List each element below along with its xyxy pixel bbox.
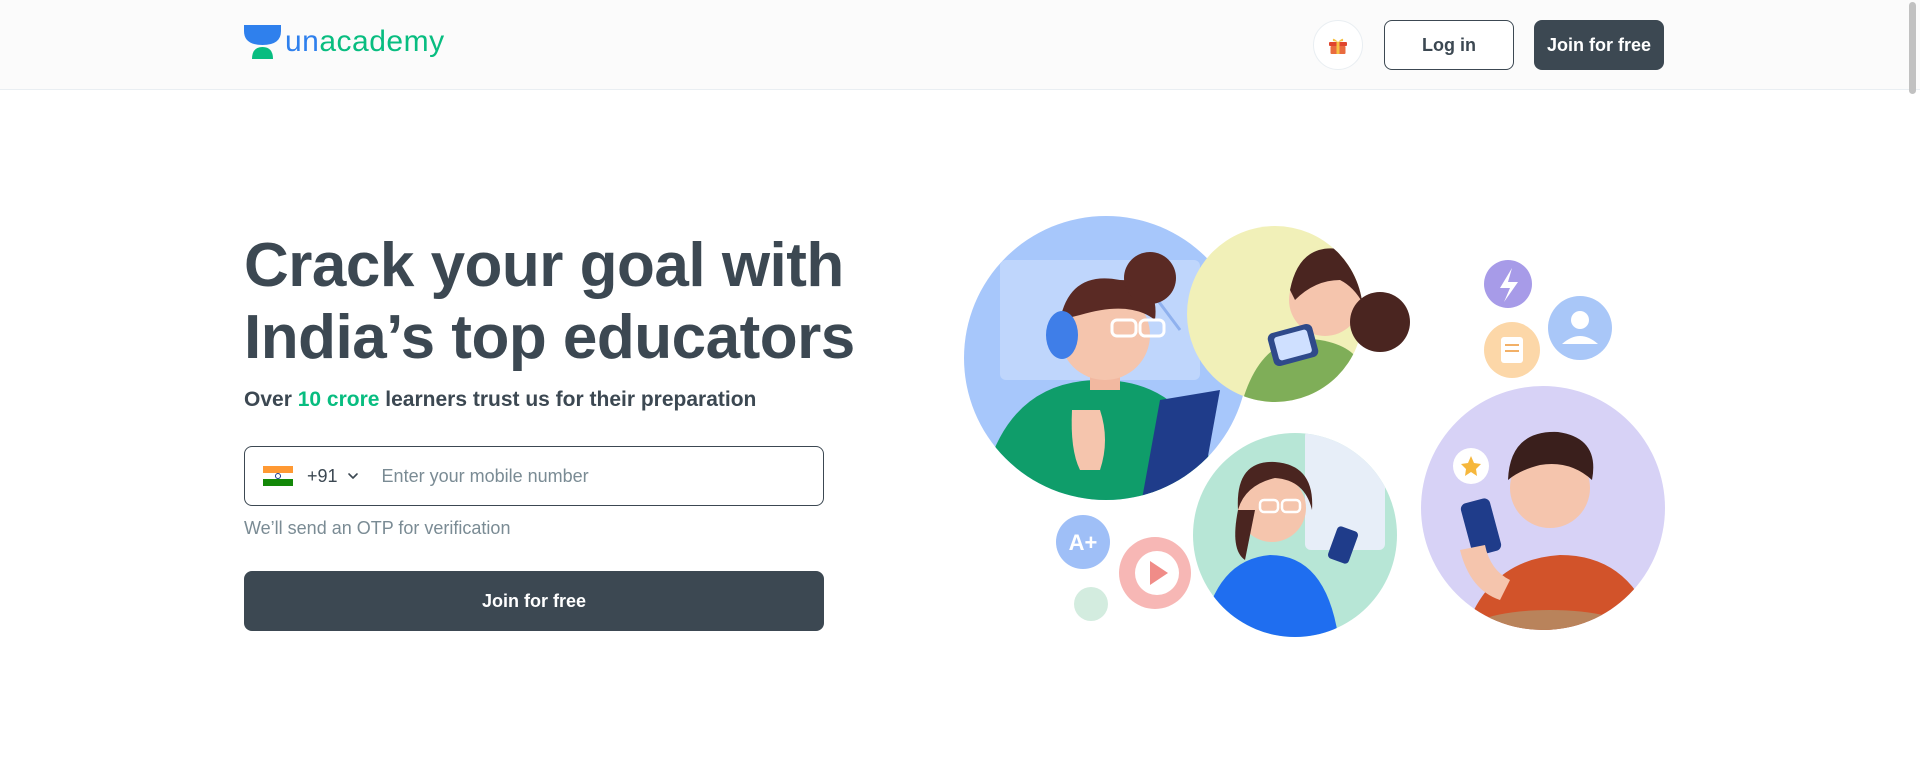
country-code: +91 bbox=[307, 465, 338, 486]
hero-title-line2: India’s top educators bbox=[244, 303, 855, 372]
page-scrollbar[interactable] bbox=[1909, 2, 1916, 94]
brand-name-part2: academy bbox=[319, 25, 445, 58]
chevron-down-icon bbox=[347, 473, 358, 479]
gift-icon bbox=[1329, 38, 1347, 54]
hero-illustration: A+ bbox=[964, 216, 1665, 637]
brand-name-part1: un bbox=[285, 25, 320, 58]
hero-subtitle-highlight: 10 crore bbox=[297, 388, 380, 411]
notes-badge-icon bbox=[1484, 322, 1540, 378]
unacademy-logo-icon bbox=[244, 25, 281, 59]
learner-tablet-illustration bbox=[1187, 226, 1410, 402]
country-code-selector[interactable]: +91 bbox=[245, 447, 380, 505]
india-flag-icon bbox=[263, 466, 293, 487]
join-for-free-header-button[interactable]: Join for free bbox=[1534, 20, 1664, 70]
brand-name: unacademy bbox=[285, 25, 445, 59]
hero-title-line1: Crack your goal with bbox=[244, 231, 844, 300]
grade-badge-text: A+ bbox=[1069, 530, 1098, 555]
profile-badge-icon bbox=[1548, 296, 1612, 360]
hero-subtitle: Over 10 crore learners trust us for thei… bbox=[244, 388, 756, 412]
learner-mobile-illustration bbox=[1421, 386, 1665, 630]
top-navbar: unacademy Log in Join for free bbox=[0, 0, 1920, 94]
phone-number-field: +91 bbox=[244, 446, 824, 506]
otp-note: We’ll send an OTP for verification bbox=[244, 518, 511, 538]
grade-badge-icon: A+ bbox=[1056, 515, 1110, 569]
login-button[interactable]: Log in bbox=[1384, 20, 1514, 70]
hero-title: Crack your goal with India’s top educato… bbox=[244, 230, 864, 374]
decorative-dot bbox=[1074, 587, 1108, 621]
unacademy-logo[interactable]: unacademy bbox=[244, 24, 445, 60]
gift-button[interactable] bbox=[1313, 20, 1363, 70]
play-badge-icon bbox=[1119, 537, 1191, 609]
mobile-number-input[interactable] bbox=[379, 446, 823, 506]
hero-subtitle-post: learners trust us for their preparation bbox=[379, 388, 757, 411]
join-for-free-main-button[interactable]: Join for free bbox=[244, 571, 824, 631]
learner-phone-illustration bbox=[1193, 433, 1397, 637]
lightning-badge-icon bbox=[1484, 260, 1532, 308]
hero-subtitle-pre: Over bbox=[244, 388, 298, 411]
